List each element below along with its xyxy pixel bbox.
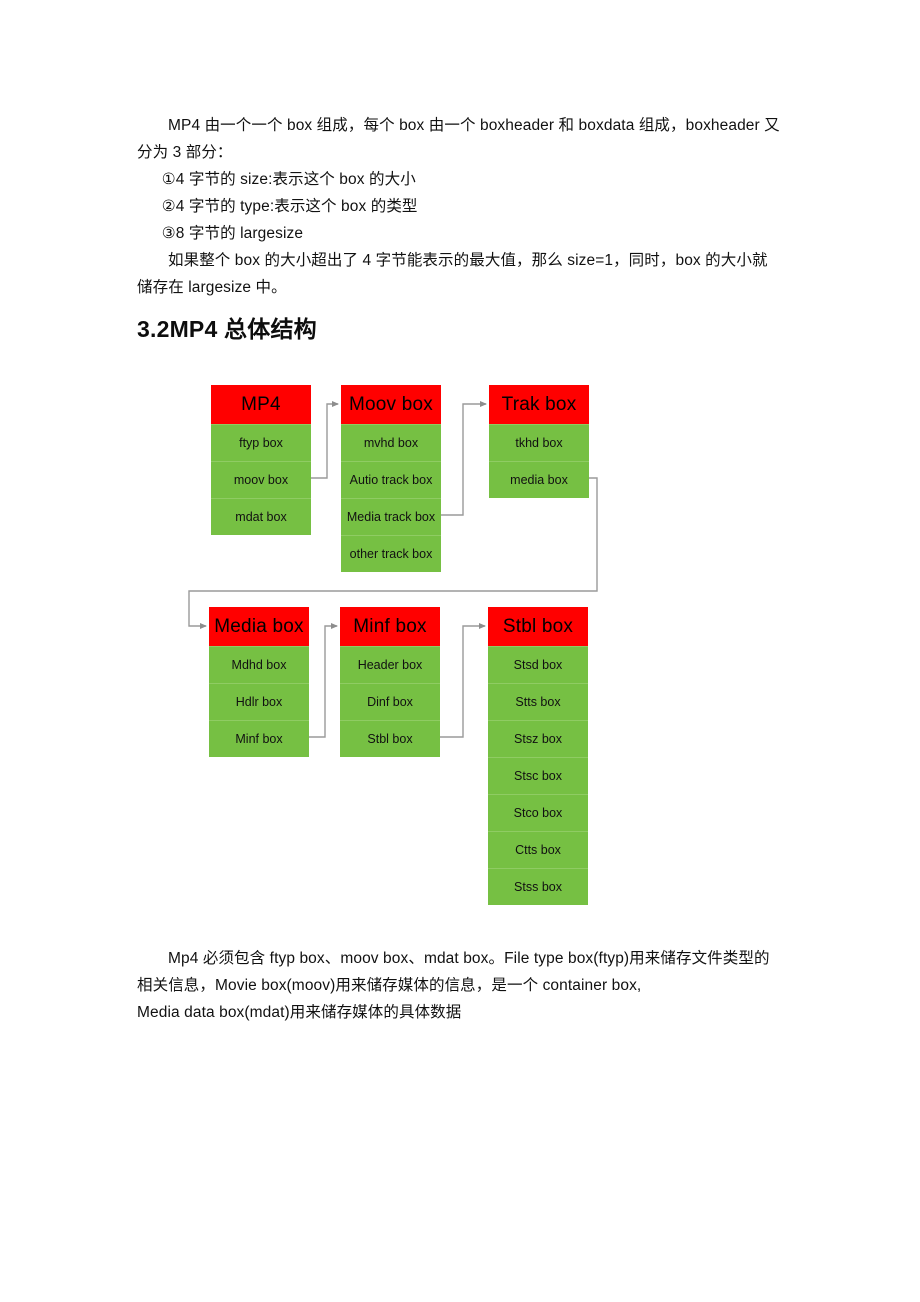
node-media-box-item-0[interactable]: Mdhd box [209, 646, 309, 683]
node-stbl-box: Stbl box Stsd box Stts box Stsz box Stsc… [488, 607, 588, 905]
bottom-paragraph-line-2: Media data box(mdat)用来储存媒体的具体数据 [137, 1004, 462, 1021]
node-media-box-item-1[interactable]: Hdlr box [209, 683, 309, 720]
node-stbl-box-item-0[interactable]: Stsd box [488, 646, 588, 683]
node-stbl-box-header[interactable]: Stbl box [488, 607, 588, 646]
node-stbl-box-item-5[interactable]: Ctts box [488, 831, 588, 868]
node-media-box: Media box Mdhd box Hdlr box Minf box [209, 607, 309, 757]
bottom-paragraph: Mp4 必须包含 ftyp box、moov box、mdat box。File… [137, 945, 785, 1026]
node-stbl-box-item-4[interactable]: Stco box [488, 794, 588, 831]
node-moov-box: Moov box mvhd box Autio track box Media … [341, 385, 441, 572]
node-mp4-item-1[interactable]: moov box [211, 461, 311, 498]
node-minf-box-item-0[interactable]: Header box [340, 646, 440, 683]
bottom-paragraph-line-1: Mp4 必须包含 ftyp box、moov box、mdat box。File… [137, 950, 770, 994]
node-moov-box-item-2[interactable]: Media track box [341, 498, 441, 535]
node-trak-box: Trak box tkhd box media box [489, 385, 589, 498]
node-trak-box-item-0[interactable]: tkhd box [489, 424, 589, 461]
node-stbl-box-item-2[interactable]: Stsz box [488, 720, 588, 757]
node-moov-box-item-1[interactable]: Autio track box [341, 461, 441, 498]
node-stbl-box-item-3[interactable]: Stsc box [488, 757, 588, 794]
node-media-box-item-2[interactable]: Minf box [209, 720, 309, 757]
document-page: MP4 由一个一个 box 组成，每个 box 由一个 boxheader 和 … [0, 0, 920, 1302]
node-mp4-item-0[interactable]: ftyp box [211, 424, 311, 461]
node-minf-box-item-2[interactable]: Stbl box [340, 720, 440, 757]
node-mp4-item-2[interactable]: mdat box [211, 498, 311, 535]
node-moov-box-item-0[interactable]: mvhd box [341, 424, 441, 461]
node-minf-box: Minf box Header box Dinf box Stbl box [340, 607, 440, 757]
diagram-connectors [188, 401, 598, 738]
node-mp4: MP4 ftyp box moov box mdat box [211, 385, 311, 535]
node-moov-box-item-3[interactable]: other track box [341, 535, 441, 572]
node-moov-box-header[interactable]: Moov box [341, 385, 441, 424]
node-trak-box-header[interactable]: Trak box [489, 385, 589, 424]
node-media-box-header[interactable]: Media box [209, 607, 309, 646]
node-stbl-box-item-1[interactable]: Stts box [488, 683, 588, 720]
node-stbl-box-item-6[interactable]: Stss box [488, 868, 588, 905]
mp4-structure-diagram: MP4 ftyp box moov box mdat box Moov box … [0, 0, 920, 1302]
node-trak-box-item-1[interactable]: media box [489, 461, 589, 498]
node-mp4-header[interactable]: MP4 [211, 385, 311, 424]
node-minf-box-item-1[interactable]: Dinf box [340, 683, 440, 720]
node-minf-box-header[interactable]: Minf box [340, 607, 440, 646]
